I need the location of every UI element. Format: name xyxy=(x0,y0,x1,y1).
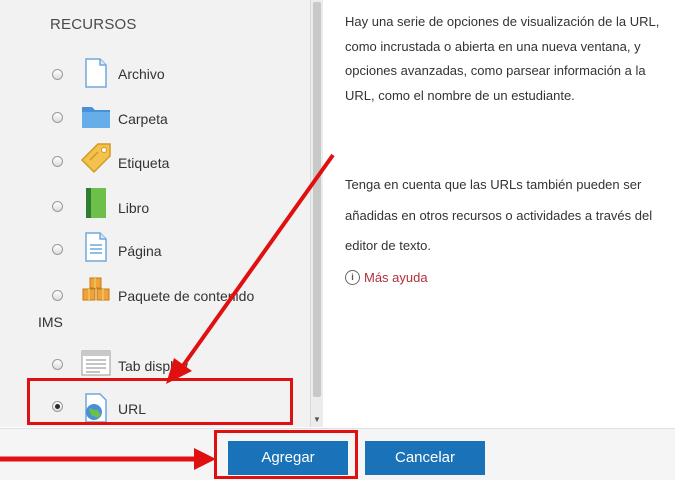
diagonal-arrow-line xyxy=(178,153,335,372)
horizontal-arrowhead xyxy=(194,448,216,470)
annotation-arrows xyxy=(0,153,335,470)
